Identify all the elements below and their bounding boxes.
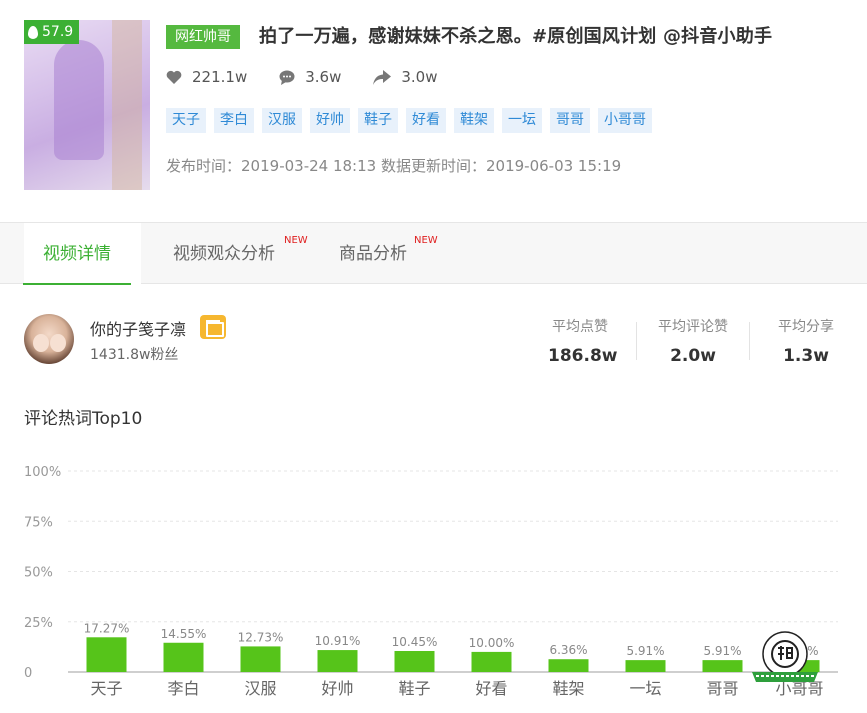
comments-stat: 3.6w bbox=[279, 68, 341, 86]
tab-video-details[interactable]: 视频详情 bbox=[23, 223, 131, 285]
x-tick-label: 哥哥 bbox=[706, 679, 738, 698]
shares-count: 3.0w bbox=[401, 68, 438, 86]
avg-likes-label: 平均点赞 bbox=[552, 319, 608, 335]
thumbnail-curtain bbox=[112, 20, 142, 190]
comment-hotword-chart: 0 25% 50% 75% 100% 17.27% 天子 14.55% 李白 12.73% 汉服 10… bbox=[24, 465, 838, 698]
y-tick-label: 25% bbox=[24, 616, 53, 631]
bar-value-label: 10.00% bbox=[469, 636, 515, 650]
tag-item[interactable]: 哥哥 bbox=[550, 108, 590, 133]
avg-shares: 平均分享 1.3w bbox=[774, 316, 838, 366]
tag-item[interactable]: 汉服 bbox=[262, 108, 302, 133]
x-tick-label: 汉服 bbox=[244, 679, 276, 698]
comment-icon bbox=[279, 70, 295, 85]
update-time: 2019-06-03 15:19 bbox=[485, 157, 622, 175]
bar-value-label: 5.91% bbox=[626, 644, 664, 658]
likes-count: 221.1w bbox=[192, 68, 248, 86]
avatar-face bbox=[33, 334, 49, 352]
x-tick-label: 一坛 bbox=[629, 679, 661, 698]
tag-item[interactable]: 好帅 bbox=[310, 108, 350, 133]
chart-bar bbox=[702, 660, 743, 672]
x-tick-label: 好看 bbox=[475, 679, 507, 698]
category-badge: 网红帅哥 bbox=[166, 25, 240, 49]
divider bbox=[749, 322, 750, 360]
store-icon[interactable] bbox=[200, 315, 226, 339]
tag-item[interactable]: 李白 bbox=[214, 108, 254, 133]
bar-value-label: 12.73% bbox=[238, 630, 284, 644]
tag-item[interactable]: 一坛 bbox=[502, 108, 542, 133]
bar-value-label: 10.45% bbox=[392, 635, 438, 649]
tab-bar: 视频详情 视频观众分析 NEW 商品分析 NEW bbox=[0, 222, 867, 285]
author-name[interactable]: 你的子笺子凛 bbox=[90, 316, 186, 340]
shares-stat: 3.0w bbox=[373, 68, 437, 86]
chart-bar bbox=[86, 637, 127, 672]
author-fans: 1431.8w粉丝 bbox=[90, 347, 179, 363]
x-tick-label: 李白 bbox=[167, 679, 199, 698]
avg-comment-likes-label: 平均评论赞 bbox=[658, 319, 728, 335]
tag-list: 天子 李白 汉服 好帅 鞋子 好看 鞋架 一坛 哥哥 小哥哥 bbox=[166, 108, 660, 133]
hot-score-badge: 57.9 bbox=[24, 20, 80, 44]
bar-value-label: 6.36% bbox=[549, 643, 587, 657]
avg-shares-value: 1.3w bbox=[783, 346, 829, 366]
video-stats: 221.1w 3.6w 3.0w bbox=[166, 68, 469, 86]
chart-bar bbox=[471, 651, 512, 672]
avg-likes-value: 186.8w bbox=[548, 346, 618, 366]
chart-bar bbox=[240, 646, 281, 672]
tag-item[interactable]: 鞋架 bbox=[454, 108, 494, 133]
bar-value-label: 14.55% bbox=[161, 627, 207, 641]
thumbnail-figure bbox=[54, 40, 104, 160]
y-tick-label: 100% bbox=[24, 465, 61, 480]
new-badge: NEW bbox=[414, 235, 438, 246]
douyin-watermark-logo bbox=[752, 631, 818, 682]
new-badge: NEW bbox=[284, 235, 308, 246]
divider bbox=[636, 322, 637, 360]
chart-bar bbox=[317, 650, 358, 672]
tag-item[interactable]: 小哥哥 bbox=[598, 108, 652, 133]
chart-bar bbox=[163, 642, 204, 672]
comments-count: 3.6w bbox=[305, 68, 342, 86]
heart-icon bbox=[166, 70, 182, 84]
bar-value-label: 17.27% bbox=[84, 621, 130, 635]
bar-value-label: 10.91% bbox=[315, 634, 361, 648]
share-icon bbox=[373, 69, 392, 85]
avg-shares-label: 平均分享 bbox=[778, 319, 834, 335]
tab-audience-analysis[interactable]: 视频观众分析 bbox=[173, 223, 275, 284]
avatar-face bbox=[50, 334, 66, 352]
y-tick-label: 50% bbox=[24, 566, 53, 581]
section-title: 评论热词Top10 bbox=[24, 409, 143, 429]
update-label: 数据更新时间： bbox=[380, 157, 486, 175]
x-tick-label: 鞋架 bbox=[552, 679, 584, 698]
likes-stat: 221.1w bbox=[166, 68, 247, 86]
x-tick-label: 天子 bbox=[90, 679, 122, 698]
tag-item[interactable]: 鞋子 bbox=[358, 108, 398, 133]
chart-bar bbox=[548, 659, 589, 672]
publish-times: 发布时间：2019-03-24 18:13 数据更新时间：2019-06-03 … bbox=[166, 155, 621, 176]
tag-item[interactable]: 天子 bbox=[166, 108, 206, 133]
flame-icon bbox=[28, 25, 38, 39]
avg-comment-likes: 平均评论赞 2.0w bbox=[654, 316, 732, 366]
tag-item[interactable]: 好看 bbox=[406, 108, 446, 133]
x-tick-label: 好帅 bbox=[321, 679, 353, 698]
avg-likes: 平均点赞 186.8w bbox=[548, 316, 618, 366]
author-avatar[interactable] bbox=[24, 314, 74, 364]
hot-score-value: 57.9 bbox=[42, 24, 74, 40]
tab-product-analysis[interactable]: 商品分析 bbox=[339, 223, 407, 284]
x-tick-label: 鞋子 bbox=[398, 679, 430, 698]
publish-time: 2019-03-24 18:13 bbox=[241, 157, 377, 175]
chart-bar bbox=[394, 650, 435, 672]
publish-label: 发布时间： bbox=[166, 157, 242, 175]
chart-bar bbox=[625, 660, 666, 672]
y-tick-label: 0 bbox=[24, 666, 32, 681]
y-tick-label: 75% bbox=[24, 515, 53, 530]
video-title[interactable]: 拍了一万遍，感谢妹妹不杀之恩。#原创国风计划 @抖音小助手 bbox=[259, 22, 772, 48]
bar-value-label: 5.91% bbox=[703, 644, 741, 658]
avg-comment-likes-value: 2.0w bbox=[670, 346, 716, 366]
video-thumbnail[interactable]: 57.9 bbox=[24, 20, 150, 190]
